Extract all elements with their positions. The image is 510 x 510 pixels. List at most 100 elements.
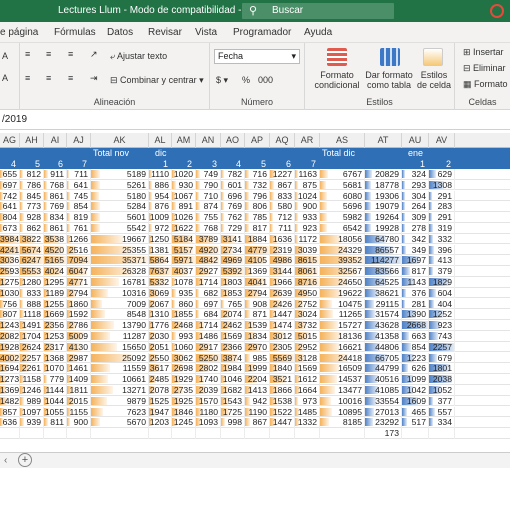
table-cell[interactable]: 1409 [67,374,91,385]
table-cell[interactable]: 1381 [149,244,172,256]
table-cell[interactable]: 3062 [172,352,196,364]
table-cell[interactable]: 1522 [270,406,295,418]
column-header[interactable]: AL [149,133,172,148]
table-cell[interactable]: 601 [221,179,245,191]
table-cell[interactable]: 1697 [402,255,429,266]
table-cell[interactable]: 4024 [44,266,67,277]
table-cell[interactable]: 18778 [365,179,402,191]
table-cell[interactable]: 557 [429,406,455,418]
table-cell[interactable] [196,428,221,439]
table-cell[interactable] [67,428,91,439]
column-header[interactable]: AP [245,133,270,148]
table-cell[interactable]: 1803 [221,277,245,288]
table-cell[interactable] [172,428,196,439]
table-cell[interactable]: 1172 [295,233,320,245]
column-header[interactable]: AS [320,133,365,148]
table-cell[interactable]: 1295 [44,277,67,288]
table-cell[interactable]: 319 [429,223,455,234]
table-cell[interactable]: 19928 [365,223,402,234]
table-cell[interactable]: 41358 [365,331,402,342]
table-cell[interactable]: 711 [270,223,295,234]
table-cell[interactable]: 812 [20,169,44,180]
table-cell[interactable]: 2593 [0,266,20,277]
table-cell[interactable]: 973 [295,395,320,407]
table-cell[interactable]: 1255 [44,298,67,310]
table-cell[interactable]: 761 [67,223,91,234]
table-cell[interactable]: 871 [245,309,270,320]
conditional-format-icon[interactable] [327,48,347,66]
column-header[interactable]: AV [429,133,455,148]
table-cell[interactable]: 768 [44,179,67,191]
table-cell[interactable]: 13271 [91,385,149,396]
column-header[interactable]: AN [196,133,221,148]
table-cell[interactable]: 5392 [221,266,245,277]
table-cell[interactable]: 1984 [221,363,245,374]
table-cell[interactable]: 819 [67,212,91,223]
table-cell[interactable]: 13790 [91,320,149,331]
column-header[interactable]: AK [91,133,149,148]
table-cell[interactable]: 5569 [270,352,295,364]
table-cell[interactable]: 19306 [365,190,402,202]
table-cell[interactable] [149,428,172,439]
table-cell[interactable]: 711 [67,169,91,180]
format-as-table-button[interactable]: Dar formato como tabla [365,70,413,90]
table-cell[interactable]: 5696 [320,201,365,212]
table-cell[interactable]: 44806 [365,341,402,353]
table-cell[interactable]: 1243 [0,320,20,331]
table-cell[interactable]: 1310 [149,309,172,320]
table-cell[interactable]: 7637 [149,266,172,277]
column-header[interactable]: AU [402,133,429,148]
table-cell[interactable]: 16509 [320,363,365,374]
table-cell[interactable]: 1947 [149,406,172,418]
table-cell[interactable]: 1060 [172,341,196,353]
table-cell[interactable]: 5165 [44,255,67,266]
table-cell[interactable]: 2752 [295,298,320,310]
orientation-icon[interactable]: ↗ [90,49,98,60]
percent-button[interactable]: % [242,75,250,85]
table-cell[interactable]: 790 [196,179,221,191]
table-cell[interactable]: 1190 [245,406,270,418]
thousands-button[interactable]: 000 [258,75,273,85]
table-cell[interactable]: 1485 [295,406,320,418]
table-cell[interactable]: 930 [172,179,196,191]
table-cell[interactable]: 1840 [270,363,295,374]
column-header[interactable]: AT [365,133,402,148]
table-cell[interactable]: 2356 [44,320,67,331]
table-cell[interactable]: 1474 [270,320,295,331]
table-cell[interactable]: 2082 [0,331,20,342]
table-cell[interactable]: 29115 [365,298,402,310]
table-cell[interactable]: 2015 [67,395,91,407]
column-header[interactable]: AI [44,133,67,148]
table-cell[interactable]: 3874 [221,352,245,364]
table-cell[interactable]: 2030 [149,331,172,342]
table-cell[interactable]: 786 [20,179,44,191]
table-cell[interactable]: 1776 [149,320,172,331]
table-cell[interactable]: 1855 [172,309,196,320]
table-cell[interactable]: 3538 [44,233,67,245]
table-cell[interactable]: 854 [67,201,91,212]
table-cell[interactable]: 293 [402,179,429,191]
table-cell[interactable]: 1280 [20,277,44,288]
tab-formulas[interactable]: Fórmulas [54,27,96,38]
table-cell[interactable]: 2952 [295,341,320,353]
table-cell[interactable]: 2319 [270,244,295,256]
table-cell[interactable]: 1026 [172,212,196,223]
table-cell[interactable]: 1052 [429,385,455,396]
table-cell[interactable]: 1144 [44,385,67,396]
table-cell[interactable]: 26328 [91,266,149,277]
table-cell[interactable]: 334 [429,417,455,428]
table-cell[interactable]: 833 [20,287,44,299]
table-cell[interactable]: 5261 [91,179,149,191]
table-cell[interactable]: 732 [245,179,270,191]
table-cell[interactable]: 673 [0,223,20,234]
table-cell[interactable]: 3822 [20,233,44,245]
table-cell[interactable]: 2317 [44,341,67,353]
table-cell[interactable]: 4041 [245,277,270,288]
table-cell[interactable]: 1390 [402,309,429,320]
table-cell[interactable]: 1070 [44,363,67,374]
table-cell[interactable]: 35371 [91,255,149,266]
table-cell[interactable]: 2078 [149,385,172,396]
table-cell[interactable]: 376 [402,287,429,299]
table-cell[interactable]: 2485 [149,374,172,385]
table-cell[interactable]: 19079 [365,201,402,212]
